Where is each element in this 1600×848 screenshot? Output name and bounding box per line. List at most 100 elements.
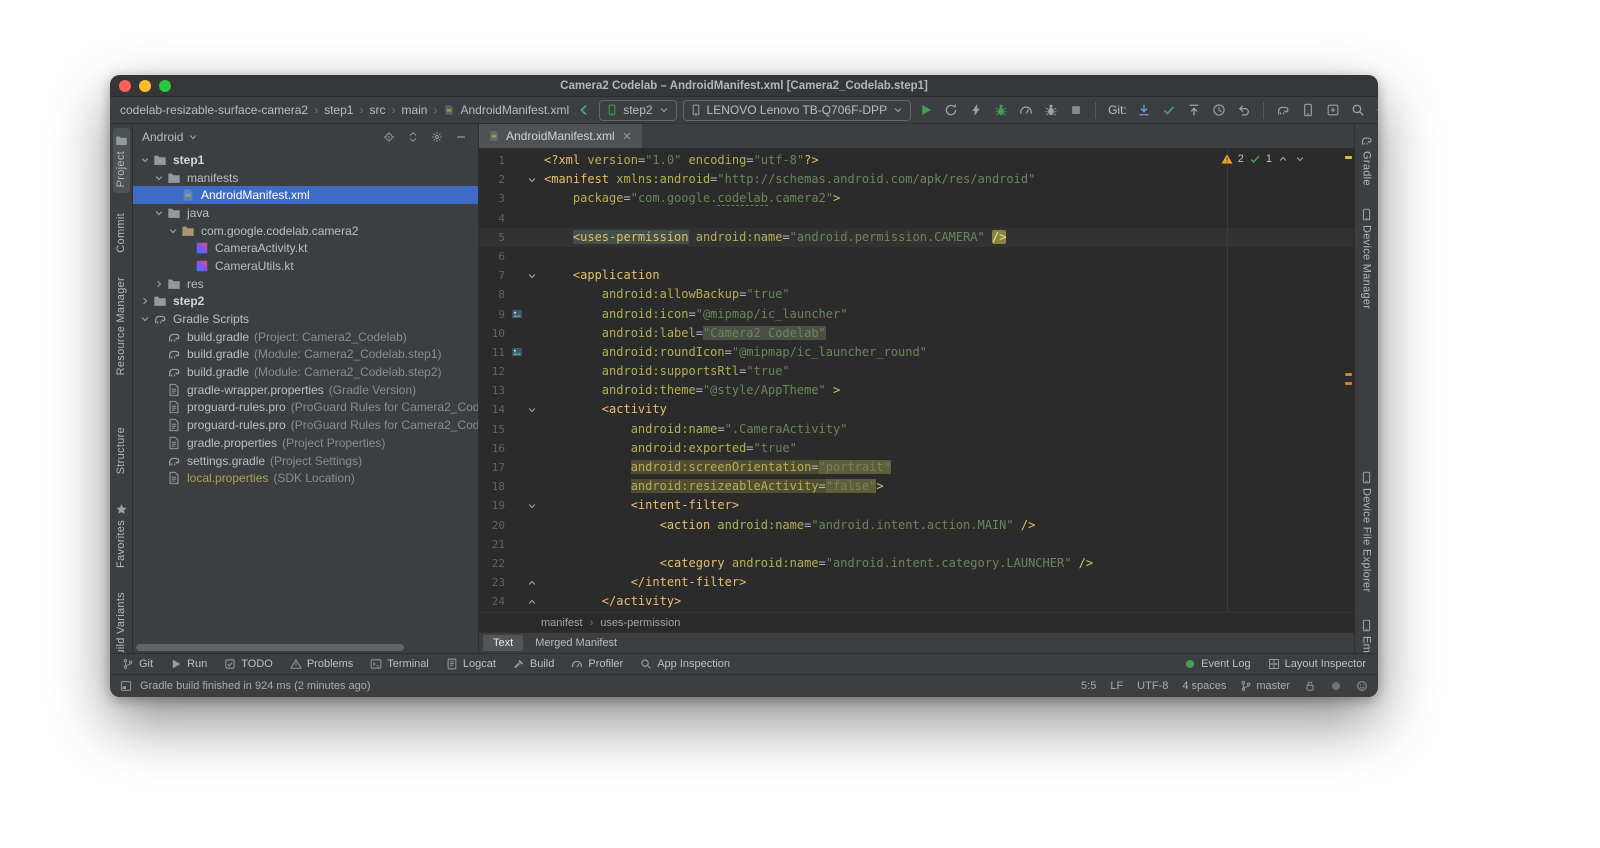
feedback-smiley-icon[interactable]: [1356, 680, 1368, 692]
profile-app-icon[interactable]: [1017, 101, 1035, 119]
apply-code-changes-icon[interactable]: [967, 101, 985, 119]
toolwindow-logcat[interactable]: Logcat: [446, 658, 496, 670]
tool-strip-emulator[interactable]: Emulator: [1358, 613, 1375, 653]
code-line-10[interactable]: 10 android:label="Camera2 Codelab": [479, 324, 1354, 343]
navigate-back-icon[interactable]: [575, 101, 593, 119]
horizontal-scrollbar[interactable]: [136, 644, 404, 651]
editor-breadcrumb-manifest[interactable]: manifest: [541, 617, 583, 629]
device-selector[interactable]: LENOVO Lenovo TB-Q706F-DPP: [682, 99, 912, 121]
tree-item-gradle-scripts[interactable]: Gradle Scripts: [133, 310, 478, 328]
code-line-19[interactable]: 19 <intent-filter>: [479, 496, 1354, 515]
code-line-14[interactable]: 14 <activity: [479, 400, 1354, 419]
code-line-4[interactable]: 4: [479, 209, 1354, 228]
sync-project-icon[interactable]: [1274, 101, 1292, 119]
prev-issue-icon[interactable]: [1277, 153, 1289, 165]
breadcrumb-codelab-resizable-surface-camera2[interactable]: codelab-resizable-surface-camera2: [120, 103, 308, 117]
inspections-widget[interactable]: 2 1: [1221, 153, 1306, 165]
fold-region-icon[interactable]: [526, 500, 538, 512]
tree-item-gradle-wrapper-properties[interactable]: gradle-wrapper.properties (Gradle Version…: [133, 381, 478, 399]
zoom-window-button[interactable]: [159, 80, 171, 92]
close-tab-icon[interactable]: [621, 130, 633, 142]
commit-icon[interactable]: [1160, 101, 1178, 119]
toolwindow-build[interactable]: Build: [513, 658, 554, 670]
tree-item-proguard-rules-pro[interactable]: proguard-rules.pro (ProGuard Rules for Ca…: [133, 416, 478, 434]
code-line-24[interactable]: 24 </activity>: [479, 592, 1354, 611]
tree-item-step1[interactable]: step1: [133, 151, 478, 169]
toolwindow-terminal[interactable]: Terminal: [370, 658, 429, 670]
tree-item-build-gradle[interactable]: build.gradle (Module: Camera2_Codelab.ste…: [133, 363, 478, 381]
tool-strip-resource-manager[interactable]: Resource Manager: [113, 271, 129, 381]
tree-item-manifests[interactable]: manifests: [133, 169, 478, 187]
fold-region-icon[interactable]: [526, 577, 538, 589]
toolwindow-layout-inspector[interactable]: Layout Inspector: [1268, 658, 1366, 670]
editor-breadcrumb-uses-permission[interactable]: uses-permission: [600, 617, 680, 629]
history-icon[interactable]: [1210, 101, 1228, 119]
code-line-13[interactable]: 13 android:theme="@style/AppTheme" >: [479, 381, 1354, 400]
tree-item-settings-gradle[interactable]: settings.gradle (Project Settings): [133, 452, 478, 470]
code-line-18[interactable]: 18 android:resizeableActivity="false">: [479, 477, 1354, 496]
chevron-down-icon[interactable]: [151, 207, 166, 219]
fold-region-icon[interactable]: [526, 174, 538, 186]
run-icon[interactable]: [917, 101, 935, 119]
collapse-all-icon[interactable]: [405, 129, 421, 145]
breadcrumb-main[interactable]: main: [401, 103, 427, 117]
background-tasks-icon[interactable]: [1330, 680, 1342, 692]
code-line-21[interactable]: 21: [479, 535, 1354, 554]
toolwindow-app-inspection[interactable]: App Inspection: [640, 658, 730, 670]
view-tab-merged-manifest[interactable]: Merged Manifest: [525, 635, 627, 651]
chevron-right-icon[interactable]: [137, 295, 152, 307]
code-line-20[interactable]: 20 <action android:name="android.intent.…: [479, 516, 1354, 535]
code-line-16[interactable]: 16 android:exported="true": [479, 439, 1354, 458]
code-line-12[interactable]: 12 android:supportsRtl="true": [479, 362, 1354, 381]
chevron-down-icon[interactable]: [165, 225, 180, 237]
fold-region-icon[interactable]: [526, 270, 538, 282]
sdk-manager-icon[interactable]: [1324, 101, 1342, 119]
toolwindow-switcher-icon[interactable]: [120, 680, 132, 692]
tree-item-local-properties[interactable]: local.properties (SDK Location): [133, 469, 478, 487]
toolwindow-git[interactable]: Git: [122, 658, 153, 670]
code-line-17[interactable]: 17 android:screenOrientation="portrait": [479, 458, 1354, 477]
minimize-window-button[interactable]: [139, 80, 151, 92]
code-line-5[interactable]: 5 <uses-permission android:name="android…: [479, 227, 1354, 247]
caret-position[interactable]: 5:5: [1081, 680, 1096, 692]
code-line-7[interactable]: 7 <application: [479, 266, 1354, 285]
close-window-button[interactable]: [119, 80, 131, 92]
update-project-icon[interactable]: [1135, 101, 1153, 119]
device-manager-icon[interactable]: [1299, 101, 1317, 119]
tool-strip-device-file-explorer[interactable]: Device File Explorer: [1358, 465, 1375, 598]
debug-icon[interactable]: [992, 101, 1010, 119]
tool-strip-favorites[interactable]: Favorites: [113, 497, 130, 574]
lock-icon[interactable]: [1304, 680, 1316, 692]
tree-item-res[interactable]: res: [133, 275, 478, 293]
search-everywhere-icon[interactable]: [1349, 101, 1367, 119]
fold-region-icon[interactable]: [526, 596, 538, 608]
tool-strip-structure[interactable]: Structure: [113, 421, 129, 480]
run-config-selector[interactable]: step2: [599, 99, 677, 121]
toolwindow-event-log[interactable]: Event Log: [1184, 658, 1251, 670]
tree-item-java[interactable]: java: [133, 204, 478, 222]
next-issue-icon[interactable]: [1294, 153, 1306, 165]
apply-changes-icon[interactable]: [942, 101, 960, 119]
tool-strip-project[interactable]: Project: [112, 128, 130, 194]
code-line-3[interactable]: 3 package="com.google.codelab.camera2">: [479, 189, 1354, 208]
code-line-6[interactable]: 6: [479, 247, 1354, 266]
indent-style[interactable]: 4 spaces: [1182, 680, 1226, 692]
breadcrumb-androidmanifest-xml[interactable]: AndroidManifest.xml: [460, 103, 569, 117]
view-tab-text[interactable]: Text: [483, 635, 524, 651]
tree-item-com-google-codelab-camera2[interactable]: com.google.codelab.camera2: [133, 222, 478, 240]
tree-item-gradle-properties[interactable]: gradle.properties (Project Properties): [133, 434, 478, 452]
stop-icon[interactable]: [1067, 101, 1085, 119]
tree-item-cameraactivity-kt[interactable]: CameraActivity.kt: [133, 239, 478, 257]
line-separator[interactable]: LF: [1110, 680, 1123, 692]
tool-strip-device-manager[interactable]: Device Manager: [1358, 202, 1375, 315]
panel-settings-icon[interactable]: [429, 129, 445, 145]
locate-file-icon[interactable]: [381, 129, 397, 145]
code-line-8[interactable]: 8 android:allowBackup="true": [479, 285, 1354, 304]
rollback-icon[interactable]: [1235, 101, 1253, 119]
code-line-22[interactable]: 22 <category android:name="android.inten…: [479, 554, 1354, 573]
tree-item-camerautils-kt[interactable]: CameraUtils.kt: [133, 257, 478, 275]
toolwindow-profiler[interactable]: Profiler: [571, 658, 623, 670]
toolwindow-todo[interactable]: TODO: [224, 658, 273, 670]
tool-strip-build-variants[interactable]: Build Variants: [113, 586, 129, 653]
titlebar[interactable]: Camera2 Codelab – AndroidManifest.xml [C…: [110, 75, 1378, 97]
